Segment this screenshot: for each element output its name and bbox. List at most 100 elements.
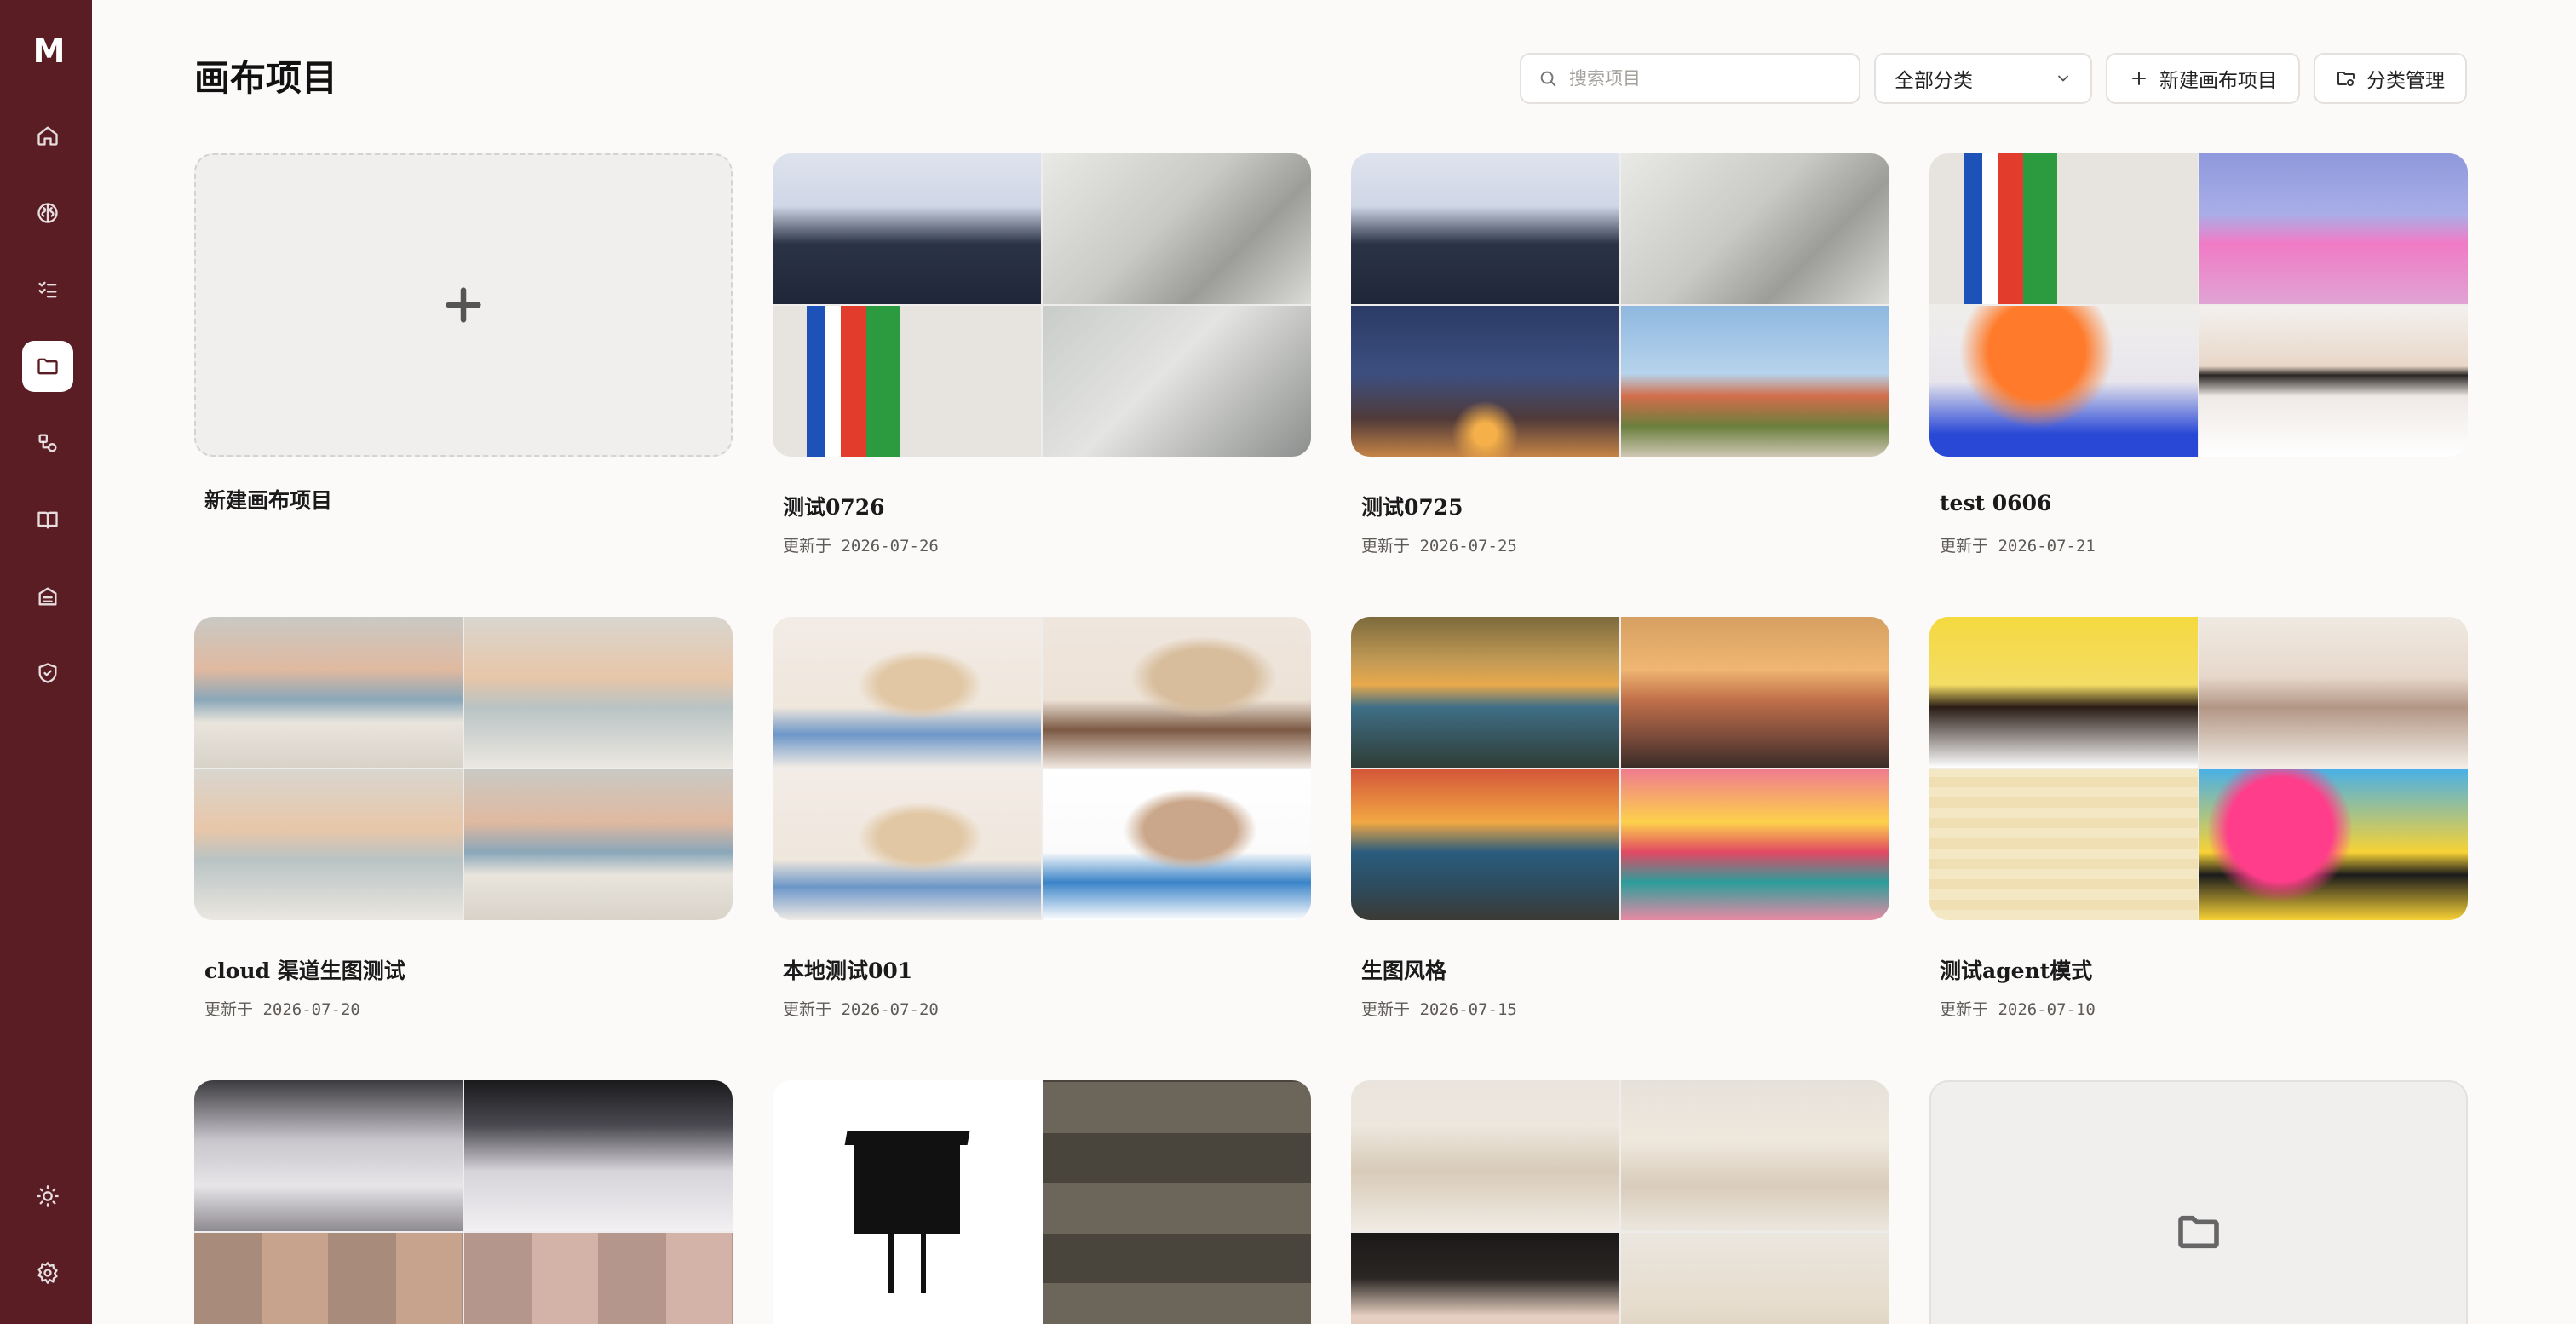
preview-image	[1351, 769, 1619, 920]
folder-settings-icon	[2337, 72, 2355, 86]
preview-image	[1043, 306, 1311, 457]
nav-canvas-projects[interactable]	[22, 341, 73, 392]
preview-image	[194, 1233, 463, 1324]
project-updated-date: 更新于 2026-07-25	[1361, 537, 1517, 556]
preview-image	[1351, 153, 1619, 304]
preview-image	[1621, 306, 1889, 457]
preview-image	[1929, 617, 2198, 768]
preview-image	[464, 617, 733, 768]
nav-security[interactable]	[22, 648, 73, 699]
project-updated-date: 更新于 2026-07-26	[783, 537, 939, 556]
project-updated-date: 更新于 2026-07-21	[1940, 537, 2096, 556]
sun-icon	[37, 1185, 59, 1207]
preview-image	[2199, 306, 2468, 457]
folder-icon	[37, 358, 58, 375]
project-updated-date: 更新于 2026-07-20	[204, 1000, 360, 1019]
archive-icon	[38, 587, 57, 606]
new-project-thumbnail[interactable]	[194, 153, 733, 457]
project-title: 测试0726	[783, 495, 885, 520]
project-card[interactable]: cloud 渠道生图测试 更新于 2026-07-20	[194, 617, 733, 1019]
project-title: 测试agent模式	[1940, 958, 2093, 983]
plus-icon	[2132, 72, 2146, 85]
preview-image	[464, 1233, 733, 1324]
preview-image	[1351, 306, 1619, 457]
app-logo[interactable]: M	[31, 34, 66, 68]
project-card[interactable]: test 0606 更新于 2026-07-21	[1929, 153, 2468, 556]
project-thumbnail[interactable]	[1351, 153, 1889, 457]
nav-shapes[interactable]	[22, 417, 73, 469]
project-thumbnail[interactable]	[1351, 1080, 1889, 1324]
nav-library[interactable]	[22, 494, 73, 545]
preview-image	[1043, 1080, 1311, 1324]
project-thumbnail[interactable]	[773, 617, 1311, 920]
preview-image	[1621, 1233, 1889, 1324]
category-management-button[interactable]: 分类管理	[2314, 53, 2467, 104]
shield-check-icon	[38, 663, 57, 683]
folder-icon	[2178, 1215, 2219, 1249]
nav-theme-toggle[interactable]	[22, 1171, 73, 1222]
project-thumbnail[interactable]	[1351, 617, 1889, 920]
preview-image	[773, 306, 1041, 457]
project-card[interactable]: 测试0726 更新于 2026-07-26	[773, 153, 1311, 556]
nav-home[interactable]	[22, 110, 73, 161]
preview-image	[194, 617, 463, 768]
nav-archive[interactable]	[22, 571, 73, 622]
project-card[interactable]: 生图风格 更新于 2026-07-15	[1351, 617, 1889, 1019]
project-thumbnail[interactable]	[194, 1080, 733, 1324]
new-project-card[interactable]: 新建画布项目	[194, 153, 733, 513]
project-title: 本地测试001	[783, 958, 913, 983]
preview-image	[1043, 617, 1311, 768]
project-thumbnail[interactable]	[773, 153, 1311, 457]
brain-icon	[37, 203, 58, 223]
preview-image	[194, 769, 463, 920]
preview-image	[1351, 1080, 1619, 1231]
preview-image	[464, 1080, 733, 1231]
preview-image	[773, 769, 1041, 920]
project-card[interactable]: 测试agent模式 更新于 2026-07-10	[1929, 617, 2468, 1019]
project-title: test 0606	[1940, 491, 2052, 515]
preview-image	[194, 1080, 463, 1231]
project-thumbnail[interactable]	[1929, 617, 2468, 920]
preview-image	[1929, 153, 2198, 304]
project-updated-date: 更新于 2026-07-15	[1361, 1000, 1517, 1019]
project-card[interactable]	[773, 1080, 1311, 1324]
search-box[interactable]	[1520, 53, 1860, 104]
nav-settings[interactable]	[22, 1247, 73, 1298]
project-card-empty[interactable]	[1929, 1080, 2468, 1324]
project-thumbnail[interactable]	[773, 1080, 1311, 1324]
category-select[interactable]: 全部分类	[1874, 53, 2092, 104]
new-project-label: 新建画布项目	[204, 488, 333, 513]
preview-image	[464, 769, 733, 920]
preview-image	[1929, 306, 2198, 457]
project-card[interactable]	[1351, 1080, 1889, 1324]
project-title: 生图风格	[1361, 958, 1447, 983]
preview-image	[2199, 617, 2468, 768]
project-thumbnail[interactable]	[1929, 153, 2468, 457]
empty-project-thumbnail[interactable]	[1929, 1080, 2468, 1324]
project-thumbnail[interactable]	[194, 617, 733, 920]
project-card[interactable]: 本地测试001 更新于 2026-07-20	[773, 617, 1311, 1019]
preview-image	[1043, 769, 1311, 920]
category-management-label: 分类管理	[2366, 70, 2445, 92]
checklist-icon	[38, 281, 57, 298]
project-title: cloud 渠道生图测试	[204, 958, 405, 983]
search-input[interactable]	[1569, 68, 1842, 89]
project-updated-date: 更新于 2026-07-10	[1940, 1000, 2096, 1019]
project-card[interactable]: 测试0725 更新于 2026-07-25	[1351, 153, 1889, 556]
preview-image	[1621, 769, 1889, 920]
new-canvas-project-button[interactable]: 新建画布项目	[2106, 53, 2300, 104]
category-select-value: 全部分类	[1895, 70, 1973, 92]
preview-image	[773, 153, 1041, 304]
project-updated-date: 更新于 2026-07-20	[783, 1000, 939, 1019]
project-card[interactable]	[194, 1080, 733, 1324]
preview-image	[773, 1080, 1041, 1324]
book-icon	[37, 511, 58, 529]
search-icon	[1540, 71, 1556, 87]
nav-tasks[interactable]	[22, 264, 73, 315]
preview-image	[2199, 153, 2468, 304]
preview-image	[2199, 769, 2468, 920]
nav-models[interactable]	[22, 187, 73, 239]
preview-image	[773, 617, 1041, 768]
preview-image	[1621, 617, 1889, 768]
preview-image	[1351, 1233, 1619, 1324]
